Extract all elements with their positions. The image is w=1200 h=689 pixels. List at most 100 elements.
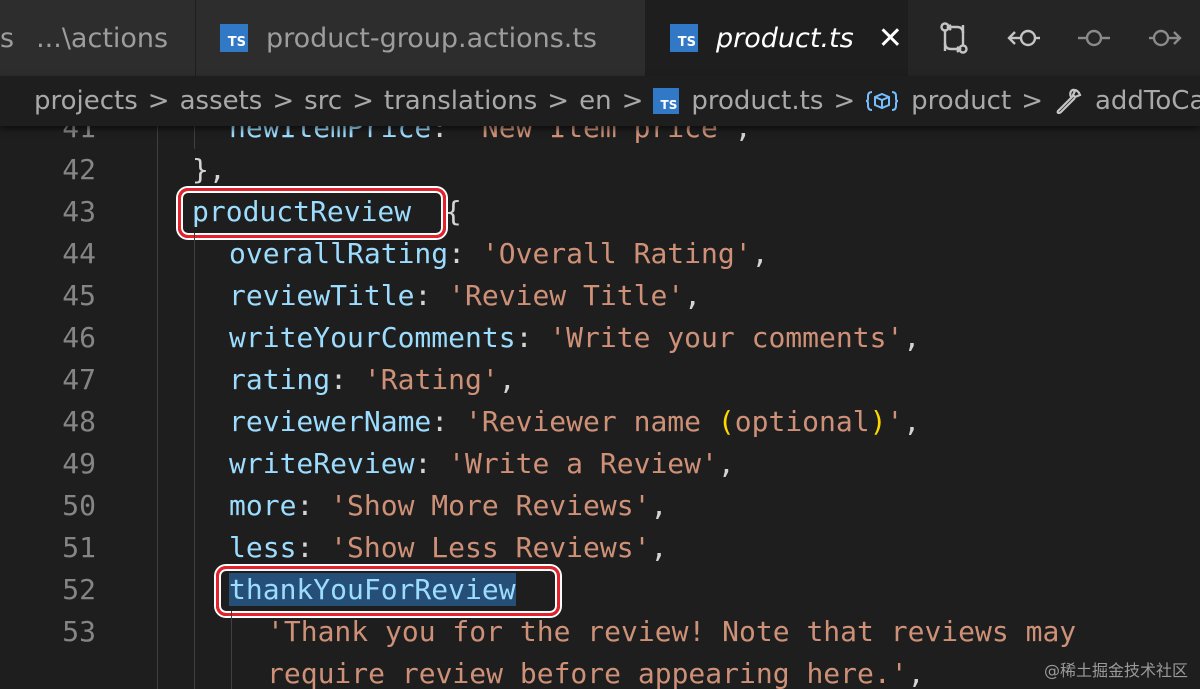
- breadcrumb-label: translations: [383, 86, 538, 116]
- breadcrumb-item-translations[interactable]: translations: [384, 86, 537, 116]
- indent-guide: [231, 653, 232, 689]
- string-value: 'Write your comments': [549, 321, 904, 354]
- line-number: 53: [62, 615, 96, 648]
- breadcrumb-item-en[interactable]: en: [579, 86, 611, 116]
- string-value: optional: [734, 405, 870, 438]
- code-text: less: 'Show Less Reviews',: [229, 531, 668, 564]
- code-line: require review before appearing here.',: [0, 653, 1200, 689]
- breadcrumb-item-assets[interactable]: assets: [180, 86, 263, 116]
- code-text: },: [192, 153, 226, 186]
- ts-file-icon: TS: [670, 24, 698, 52]
- string-value: 'Review Title': [448, 279, 685, 312]
- breadcrumb-label: product: [911, 86, 1012, 116]
- string-value: 'New Item price': [465, 126, 735, 144]
- indent-guide: [194, 569, 195, 611]
- line-number: 46: [62, 321, 96, 354]
- breadcrumb-label: projects: [34, 86, 138, 116]
- compare-changes-icon[interactable]: [937, 21, 971, 55]
- indent-guide: [157, 569, 158, 611]
- code-line: 44 overallRating: 'Overall Rating',: [0, 233, 1200, 275]
- brace: {: [444, 195, 462, 228]
- tab-product-group-actions[interactable]: TS product-group.actions.ts: [196, 0, 646, 76]
- string-value: ': [886, 405, 904, 438]
- indent-guide: [157, 653, 158, 689]
- tab-product-ts[interactable]: TS product.ts ✕: [646, 0, 908, 76]
- code-text: require review before appearing here.',: [267, 657, 925, 689]
- code-line: 48 reviewerName: 'Reviewer name (optiona…: [0, 401, 1200, 443]
- ts-file-icon: TS: [653, 88, 680, 114]
- watermark: @稀土掘金技术社区: [1043, 661, 1188, 680]
- indent-guide: [157, 443, 158, 485]
- property-key: rating: [229, 363, 331, 396]
- breadcrumb-item-src[interactable]: src: [304, 86, 342, 116]
- indent-guide: [194, 611, 195, 653]
- indent-guide: [157, 359, 158, 401]
- symbol-object-icon: [865, 89, 899, 113]
- string-value: 'Show Less Reviews': [330, 531, 651, 564]
- indent-guide: [157, 401, 158, 443]
- property-key: overallRating: [229, 237, 449, 270]
- breadcrumb-label: assets: [179, 86, 263, 116]
- code-text: more: 'Show More Reviews',: [229, 489, 668, 522]
- go-forward-icon[interactable]: [1147, 24, 1183, 52]
- line-number: 49: [62, 447, 96, 480]
- property-key: reviewerName: [229, 405, 432, 438]
- breadcrumb-item-projects[interactable]: projects: [34, 86, 138, 116]
- code-lines: 41 newItemPrice: 'New Item price', 42 },…: [0, 126, 1200, 689]
- string-value: 'Write a Review': [448, 447, 718, 480]
- string-value: 'Show More Reviews': [330, 489, 651, 522]
- breadcrumb-label: product.ts: [691, 86, 824, 116]
- chevron-right-icon: >: [272, 86, 295, 116]
- indent-guide: [157, 191, 158, 233]
- line-number: 50: [62, 489, 96, 522]
- breadcrumb-item-symbol[interactable]: product: [865, 86, 1011, 116]
- property-key: reviewTitle: [229, 279, 415, 312]
- chevron-right-icon: >: [1021, 86, 1043, 116]
- go-back-icon[interactable]: [1006, 24, 1042, 52]
- chevron-right-icon: >: [833, 86, 856, 116]
- tab-label: product.ts: [716, 22, 854, 54]
- string-value: require review before appearing here.': [267, 657, 908, 689]
- code-text: 'Thank you for the review! Note that rev…: [267, 611, 1076, 653]
- line-number: 42: [62, 153, 96, 186]
- indent-guide: [194, 527, 195, 569]
- string-value: 'Overall Rating': [481, 237, 752, 270]
- breadcrumb: projects > assets > src > translations >…: [0, 76, 1200, 126]
- breadcrumb-item-method[interactable]: addToCart: [1053, 86, 1200, 116]
- property-key: writeReview: [229, 447, 415, 480]
- code-line: 46 writeYourComments: 'Write your commen…: [0, 317, 1200, 359]
- code-text: overallRating: 'Overall Rating',: [229, 237, 769, 270]
- code-line: 49 writeReview: 'Write a Review',: [0, 443, 1200, 485]
- breadcrumb-item-file[interactable]: TS product.ts: [653, 86, 823, 116]
- highlight-box: [216, 566, 560, 616]
- chevron-right-icon: >: [147, 86, 170, 116]
- tab-actions-file[interactable]: s ...\actions: [0, 0, 196, 76]
- line-number: 48: [62, 405, 96, 438]
- indent-guide: [194, 401, 195, 443]
- chevron-right-icon: >: [547, 86, 570, 116]
- indent-guide: [194, 126, 195, 149]
- code-text: writeReview: 'Write a Review',: [229, 447, 735, 480]
- code-text: newItemPrice: 'New Item price',: [229, 126, 752, 149]
- indent-guide: [194, 359, 195, 401]
- indent-guide: [194, 275, 195, 317]
- indent-guide: [194, 443, 195, 485]
- line-number: 41: [62, 126, 96, 144]
- code-line: 50 more: 'Show More Reviews',: [0, 485, 1200, 527]
- code-editor[interactable]: 41 newItemPrice: 'New Item price', 42 },…: [0, 126, 1200, 689]
- code-line: 42 },: [0, 149, 1200, 191]
- close-icon[interactable]: ✕: [878, 21, 903, 56]
- code-line: 52 thankYouForReview: [0, 566, 1200, 616]
- property-key: newItemPrice: [229, 126, 432, 144]
- breadcrumb-label: addToCart: [1094, 86, 1200, 116]
- string-value: 'Rating': [363, 363, 499, 396]
- indent-guide: [157, 149, 158, 191]
- indent-guide: [194, 485, 195, 527]
- indent-guide: [157, 611, 158, 653]
- bracket: ): [869, 405, 887, 438]
- line-number: 43: [62, 195, 96, 228]
- breadcrumb-label: src: [304, 86, 343, 116]
- bracket: (: [717, 405, 735, 438]
- string-value: 'Reviewer name: [465, 405, 718, 438]
- timeline-icon[interactable]: [1076, 24, 1112, 52]
